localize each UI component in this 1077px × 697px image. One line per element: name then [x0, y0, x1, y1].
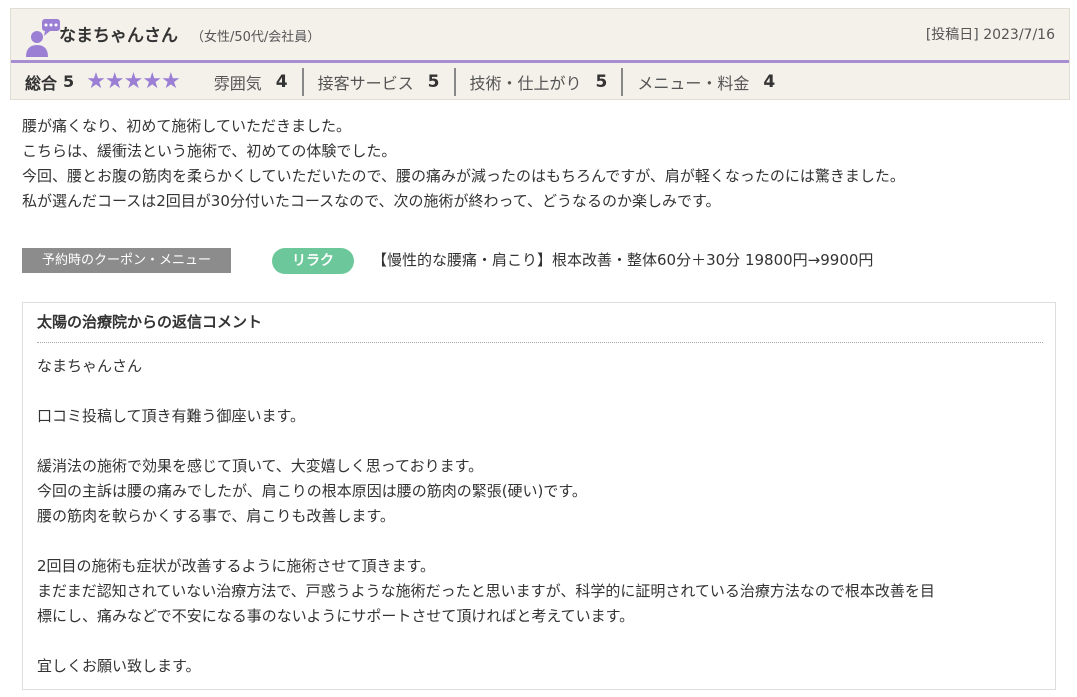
overall-label: 総合 — [25, 73, 58, 93]
reviewer-name: なまちゃんさん — [59, 26, 178, 46]
header-divider — [11, 60, 1069, 63]
reply-blank-line — [37, 529, 1047, 554]
coupon-category-tag: リラク — [272, 248, 354, 274]
reply-line: 緩消法の施術で効果を感じて頂いて、大変嬉しく思っております。 — [37, 457, 484, 475]
reply-line: 今回の主訴は腰の痛みでしたが、肩こりの根本原因は腰の筋肉の緊張(硬い)です。 — [37, 482, 587, 500]
reply-line: 標にし、痛みなどで不安になる事のないようにサポートさせて頂ければと考えています。 — [37, 607, 635, 625]
reply-blank-line — [37, 379, 1047, 404]
rating-score: 5 — [427, 71, 440, 92]
reply-title: 太陽の治療院からの返信コメント — [37, 313, 263, 331]
reply-line: まだまだ認知されていない治療方法で、戸惑うような施術だったと思いますが、科学的に… — [37, 582, 935, 600]
rating-menu-price: メニュー・料金 4 — [621, 67, 789, 96]
reply-divider — [37, 342, 1043, 343]
rating-atmosphere: 雰囲気 4 — [200, 68, 302, 96]
overall-score: 5 — [63, 72, 75, 91]
review-body: 腰が痛くなり、初めて施術していただきました。 こちらは、緩衝法という施術で、初め… — [22, 114, 1062, 214]
rating-score: 4 — [275, 71, 288, 92]
reply-line: なまちゃんさん — [37, 357, 143, 375]
review-line: 今回、腰とお腹の筋肉を柔らかくしていただいたので、腰の痛みが減ったのはもちろんで… — [22, 167, 905, 185]
reviewer-avatar-icon — [26, 19, 60, 57]
reply-blank-line — [37, 429, 1047, 454]
coupon-label: 予約時のクーポン・メニュー — [22, 248, 231, 273]
reply-box: 太陽の治療院からの返信コメント なまちゃんさん 口コミ投稿して頂き有難う御座いま… — [22, 302, 1056, 690]
review-line: 私が選んだコースは2回目が30分付いたコースなので、次の施術が終わって、どうなる… — [22, 192, 721, 210]
rating-technique: 技術・仕上がり 5 — [453, 67, 622, 96]
reviewer-meta: （女性/50代/会社員） — [191, 30, 321, 45]
rating-score: 4 — [763, 71, 776, 92]
reply-line: 宜しくお願い致します。 — [37, 657, 201, 675]
coupon-menu-link[interactable]: 【慢性的な腰痛・肩こり】根本改善・整体60分＋30分 19800円→9900円 — [372, 248, 873, 273]
rating-service: 接客サービス 5 — [301, 67, 454, 96]
overall-rating: 総合 5 ★★★★★ — [11, 68, 181, 94]
star-rating-icon: ★★★★★ — [86, 68, 181, 94]
post-date: [投稿日] 2023/7/16 — [925, 27, 1055, 43]
rating-label: 接客サービス — [317, 73, 414, 93]
reply-line: 腰の筋肉を軟らかくする事で、肩こりも改善します。 — [37, 507, 395, 525]
rating-score: 5 — [595, 71, 608, 92]
review-line: 腰が痛くなり、初めて施術していただきました。 — [22, 117, 351, 135]
reply-blank-line — [37, 629, 1047, 654]
reply-text: なまちゃんさん 口コミ投稿して頂き有難う御座います。 緩消法の施術で効果を感じて… — [37, 354, 1047, 679]
rating-label: 雰囲気 — [213, 73, 262, 93]
review-line: こちらは、緩衝法という施術で、初めての体験でした。 — [22, 142, 397, 160]
reply-line: 口コミ投稿して頂き有難う御座います。 — [37, 407, 306, 425]
review-header: なまちゃんさん （女性/50代/会社員） [投稿日] 2023/7/16 総合 … — [10, 8, 1070, 100]
rating-label: 技術・仕上がり — [469, 73, 582, 93]
ratings-row: 総合 5 ★★★★★ 雰囲気 4 接客サービス 5 技術・仕上がり 5 メニュー… — [11, 64, 1069, 99]
rating-label: メニュー・料金 — [637, 73, 750, 93]
reply-line: 2回目の施術も症状が改善するように施術させて頂きます。 — [37, 557, 436, 575]
